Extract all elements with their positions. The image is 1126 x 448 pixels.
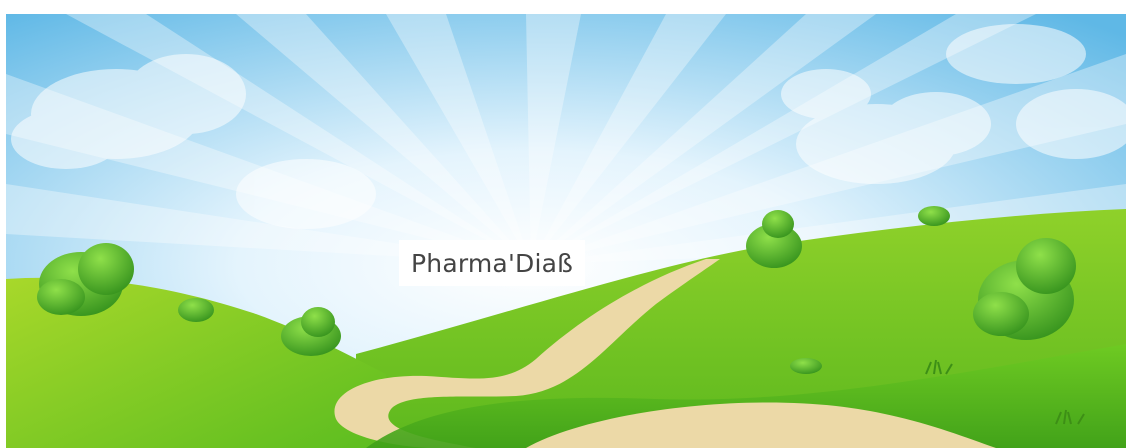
bush-left-small [178, 298, 214, 322]
bush-right-small [790, 358, 822, 374]
bush-far-right [918, 206, 950, 226]
site-title-box: Pharma'Diaß [399, 240, 586, 286]
landscape-illustration [6, 14, 1126, 448]
hero-banner: Pharma'Diaß [6, 14, 1126, 448]
site-title: Pharma'Diaß [411, 248, 574, 278]
